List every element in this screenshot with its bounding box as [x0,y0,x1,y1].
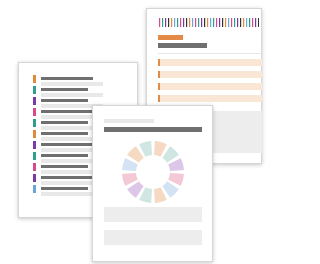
list-item [41,88,88,91]
ring-segment [127,146,144,163]
barcode-stripe [240,18,242,27]
barcode-stripe [165,18,167,27]
barcode-stripe [225,18,227,27]
barcode-stripe [186,18,188,27]
barcode-stripe [252,18,254,27]
barcode-stripe [171,18,173,27]
barcode-stripe [177,18,179,27]
list-item [41,99,88,102]
list-item-subline [41,82,103,86]
list-item [41,110,93,113]
barcode-stripe [213,18,215,27]
ring-segment [162,146,179,163]
list-item-tag [33,75,36,83]
barcode-stripe [237,18,239,27]
subtitle-line [104,119,154,123]
barcode-stripe [201,18,203,27]
content-block-2 [104,230,202,245]
row-accent-edge [158,71,160,78]
barcode-stripe [159,18,161,27]
list-item-tag [33,152,36,160]
barcode-stripe [231,18,233,27]
barcode-stripe [174,18,176,27]
barcode-stripe [207,18,209,27]
accent-bar [158,35,183,40]
list-item [41,165,88,168]
barcode-stripe [198,18,200,27]
barcode-strip [159,18,259,27]
list-item-subline [41,93,103,97]
barcode-stripe [162,18,164,27]
list-item-tag [33,130,36,138]
table-row [158,83,262,90]
list-item [41,176,93,179]
barcode-stripe [234,18,236,27]
barcode-stripe [219,18,221,27]
barcode-stripe [183,18,185,27]
list-item-tag [33,141,36,149]
table-row [158,71,262,78]
list-item-tag [33,86,36,94]
list-item-tag [33,185,36,193]
barcode-stripe [210,18,212,27]
barcode-stripe [195,18,197,27]
barcode-stripe [255,18,257,27]
barcode-stripe [222,18,224,27]
content-block-1 [104,207,202,222]
list-item [41,121,88,124]
row-accent-edge [158,59,160,66]
front-document-page [92,105,213,262]
row-accent-edge [158,95,160,102]
barcode-stripe [249,18,251,27]
table-row [158,59,262,66]
donut-ring-graphic [122,141,184,203]
barcode-stripe [246,18,248,27]
list-item [41,143,93,146]
table-row [158,95,262,102]
title-line [104,127,202,132]
list-item [41,77,93,80]
list-item [41,132,88,135]
list-item-tag [33,97,36,105]
ring-segment [127,181,144,198]
list-item [41,154,88,157]
barcode-stripe [189,18,191,27]
barcode-stripe [180,18,182,27]
header-line [158,43,207,48]
barcode-stripe [168,18,170,27]
barcode-stripe [204,18,206,27]
list-item-tag [33,174,36,182]
thin-separator [158,53,262,54]
barcode-stripe [216,18,218,27]
ring-segment [162,181,179,198]
row-accent-edge [158,83,160,90]
list-item-tag [33,108,36,116]
barcode-stripe [192,18,194,27]
barcode-stripe [258,18,259,27]
barcode-stripe [243,18,245,27]
barcode-stripe [228,18,230,27]
list-item-tag [33,163,36,171]
list-item-tag [33,119,36,127]
list-item [41,187,88,190]
